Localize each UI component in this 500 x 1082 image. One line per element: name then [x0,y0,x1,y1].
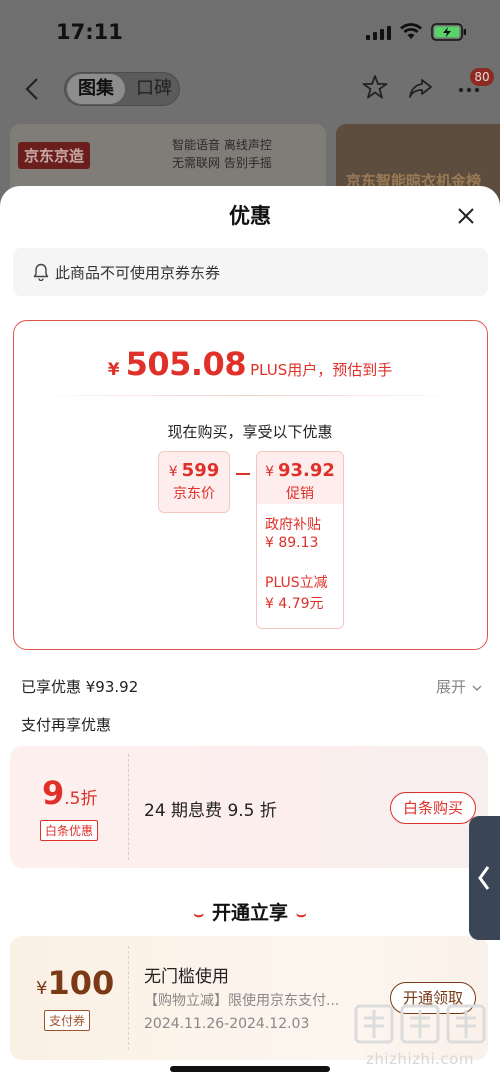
baitiao-tag: 白条优惠 [40,820,99,841]
open-title-text: 开通立享 [211,902,288,924]
subsidy-value: ¥ 89.13 [265,535,319,551]
status-bar: 17:11 [0,0,500,64]
price-breakdown-card: ¥505.08 PLUS用户，预估到手 现在购买，享受以下优惠 ¥599 京东价 … [13,320,488,650]
baitiao-offer-card: 9.5折 白条优惠 24 期息费 9.5 折 白条购买 [10,746,488,868]
banner-text-line: 无需联网 告别手摇 [172,156,272,170]
promotion-label: 促销 [286,486,314,502]
baitiao-buy-button[interactable]: 白条购买 [390,792,476,824]
promotion-box: ¥93.92 促销 政府补贴 ¥ 89.13 PLUS立减 ¥ 4.79元 [256,451,344,629]
plus-discount-value: ¥ 4.79元 [265,596,324,612]
plus-discount-title: PLUS立减 [265,575,328,591]
star-icon[interactable] [362,74,388,100]
coupon-amount: ¥100 [36,964,115,1002]
open-section-title: ⌣ 开通立享 ⌣ [0,898,500,925]
promotion-details: 政府补贴 ¥ 89.13 PLUS立减 ¥ 4.79元 [257,504,343,628]
sheet-title: 优惠 [229,204,271,228]
final-price: 505.08 [125,345,247,383]
smile-deco-icon: ⌣ [296,904,307,923]
currency-symbol: ¥ [168,464,178,480]
tab-reviews[interactable]: 口碑 [129,73,179,105]
watermark-text: zhizhizhi.com [366,1050,474,1068]
brand-logo: 京东京造 [18,142,91,169]
share-icon[interactable] [408,76,434,100]
final-price-note: PLUS用户，预估到手 [250,361,393,379]
close-icon[interactable] [456,206,476,226]
watermark: zhizhizhi.com [350,1000,490,1080]
chevron-left-icon [478,866,490,890]
back-icon[interactable] [22,76,42,102]
purchase-note: 现在购买，享受以下优惠 [167,423,333,441]
dashed-separator [128,754,129,860]
baitiao-discount: 9.5折 [42,774,98,812]
chevron-down-icon [472,685,482,691]
product-page-background: 图集 口碑 80 京东京造 智能语音 离线声控 无需联网 告别手摇 京东智能晾衣… [0,64,500,204]
home-indicator[interactable] [170,1066,330,1072]
expand-toggle[interactable]: 展开 [436,676,483,697]
notice-text: 此商品不可使用京券东券 [55,264,221,282]
signal-icon [366,26,391,40]
jd-price-value: 599 [181,460,220,481]
coupon-title: 无门槛使用 [144,967,229,987]
banner-text-line: 智能语音 离线声控 [172,138,272,152]
enjoyed-discount-text: 已享优惠 ¥93.92 [21,678,139,696]
promotion-value: 93.92 [277,460,335,481]
bell-icon [33,263,49,281]
watermark-logo [354,1004,486,1044]
smile-deco-icon: ⌣ [193,904,204,923]
coupon-tag: 支付券 [44,1010,91,1031]
final-price-row: ¥505.08 PLUS用户，预估到手 [14,345,486,383]
minus-sign [236,473,250,475]
jd-price-box: ¥599 京东价 [158,451,230,513]
status-time: 17:11 [56,20,123,44]
battery-icon [431,23,466,41]
discount-sheet: 优惠 此商品不可使用京券东券 ¥505.08 PLUS用户，预估到手 现在购买，享… [0,186,500,1082]
baitiao-desc: 24 期息费 9.5 折 [144,801,277,821]
pay-more-heading: 支付再享优惠 [21,716,112,734]
subsidy-title: 政府补贴 [265,517,321,533]
coupon-desc: 【购物立减】限使用京东支付... [144,993,340,1009]
gallery-tab-switch: 图集 口碑 [64,72,180,106]
message-badge: 80 [470,68,494,86]
divider [32,395,468,396]
currency-symbol: ¥ [265,464,274,480]
expand-label: 展开 [436,678,467,696]
coupon-notice: 此商品不可使用京券东券 [13,248,488,296]
jd-price-label: 京东价 [173,486,215,502]
currency-symbol: ¥ [107,360,120,380]
side-drawer-tab[interactable] [469,816,500,940]
dashed-separator [128,946,129,1050]
wifi-icon [400,23,422,39]
coupon-date: 2024.11.26-2024.12.03 [144,1016,310,1032]
tab-gallery[interactable]: 图集 [67,74,125,104]
